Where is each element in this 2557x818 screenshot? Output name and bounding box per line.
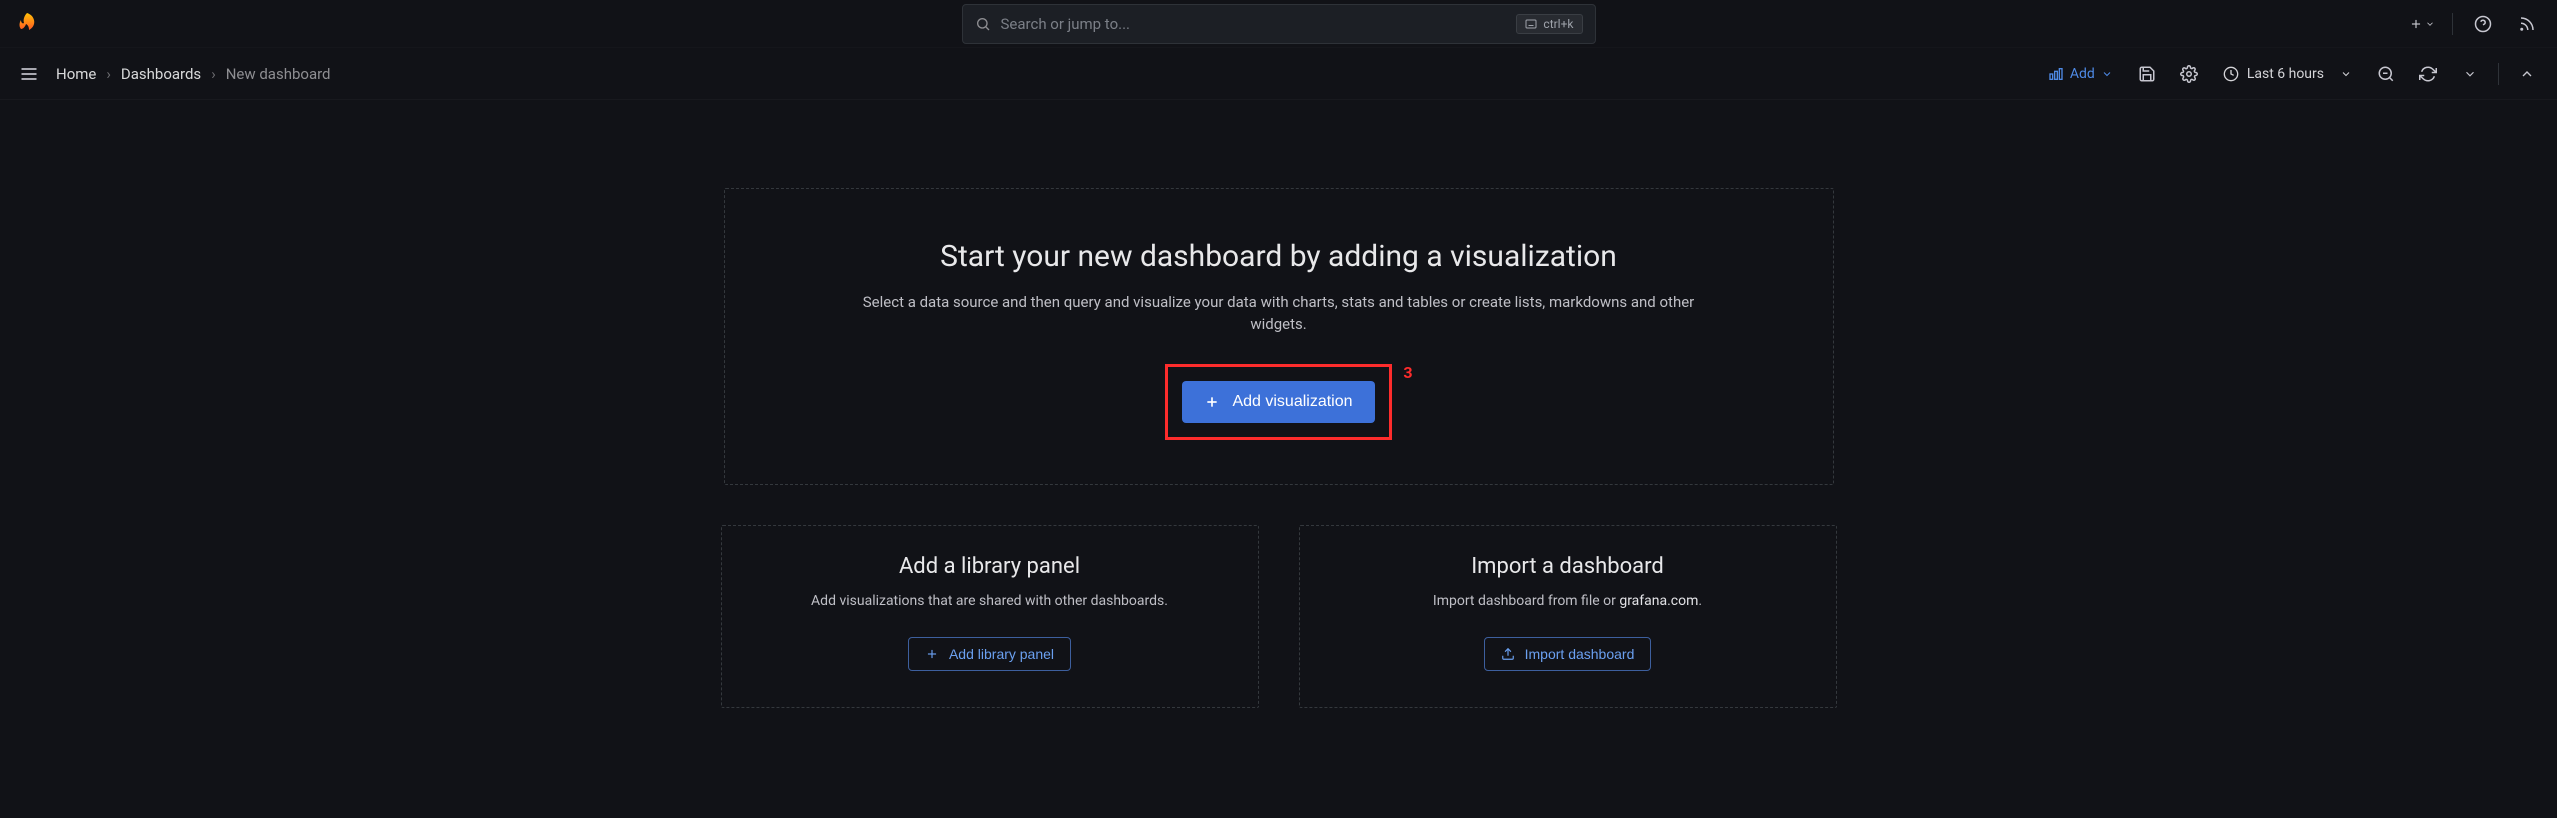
chevron-down-icon	[2340, 68, 2352, 80]
topbar: Search or jump to... ctrl+k	[0, 0, 2557, 48]
news-button[interactable]	[2509, 6, 2545, 42]
add-library-panel-button[interactable]: Add library panel	[908, 637, 1071, 671]
time-range-button[interactable]: Last 6 hours	[2213, 56, 2362, 92]
plus-icon	[925, 647, 939, 661]
library-card-title: Add a library panel	[750, 554, 1230, 579]
menu-toggle-button[interactable]	[14, 59, 44, 89]
plus-icon	[1204, 394, 1220, 410]
plus-menu-button[interactable]	[2404, 6, 2440, 42]
chevron-down-icon	[2425, 19, 2435, 29]
button-label: Add library panel	[949, 646, 1054, 662]
breadcrumb: Home › Dashboards › New dashboard	[56, 65, 331, 83]
save-icon	[2138, 65, 2156, 83]
help-button[interactable]	[2465, 6, 2501, 42]
breadcrumb-current: New dashboard	[226, 65, 331, 83]
upload-icon	[1501, 647, 1515, 661]
main-card-desc: Select a data source and then query and …	[839, 292, 1719, 336]
search-container: Search or jump to... ctrl+k	[962, 4, 1596, 44]
clock-icon	[2223, 66, 2239, 82]
settings-button[interactable]	[2171, 56, 2207, 92]
content: Start your new dashboard by adding a vis…	[0, 100, 2557, 708]
breadcrumb-sep-icon: ›	[106, 65, 111, 83]
main-card: Start your new dashboard by adding a vis…	[724, 188, 1834, 485]
import-card: Import a dashboard Import dashboard from…	[1299, 525, 1837, 708]
secondary-row: Add a library panel Add visualizations t…	[721, 525, 1837, 708]
plus-icon	[2409, 17, 2423, 31]
search-icon	[975, 16, 991, 32]
menu-icon	[19, 64, 39, 84]
keyboard-icon	[1525, 19, 1537, 29]
rss-icon	[2518, 15, 2536, 33]
zoom-out-icon	[2377, 65, 2395, 83]
refresh-icon	[2419, 65, 2437, 83]
toolbar-right: Add Last 6 hours	[2038, 56, 2545, 92]
gear-icon	[2180, 65, 2198, 83]
button-label: Import dashboard	[1525, 646, 1635, 662]
divider	[2498, 63, 2499, 85]
collapse-button[interactable]	[2509, 56, 2545, 92]
divider	[2452, 13, 2453, 35]
main-card-title: Start your new dashboard by adding a vis…	[775, 239, 1783, 274]
search-shortcut: ctrl+k	[1516, 14, 1582, 34]
refresh-interval-button[interactable]	[2452, 56, 2488, 92]
grafana-logo[interactable]	[12, 9, 42, 39]
save-button[interactable]	[2129, 56, 2165, 92]
breadcrumb-dashboards[interactable]: Dashboards	[121, 65, 201, 83]
chevron-down-icon	[2463, 67, 2477, 81]
highlight-marker: 3	[1403, 363, 1412, 382]
import-card-title: Import a dashboard	[1328, 554, 1808, 579]
import-dashboard-button[interactable]: Import dashboard	[1484, 637, 1652, 671]
add-panel-button[interactable]: Add	[2038, 60, 2123, 88]
add-label: Add	[2070, 66, 2095, 82]
chevron-up-icon	[2519, 66, 2535, 82]
search-placeholder: Search or jump to...	[1001, 15, 1507, 33]
time-range-label: Last 6 hours	[2247, 66, 2324, 82]
search-input[interactable]: Search or jump to... ctrl+k	[962, 4, 1596, 44]
highlight-annotation: 3 Add visualization	[1165, 364, 1391, 440]
add-visualization-button[interactable]: Add visualization	[1182, 381, 1374, 423]
zoom-out-button[interactable]	[2368, 56, 2404, 92]
topbar-right	[2404, 6, 2545, 42]
button-label: Add visualization	[1232, 393, 1352, 411]
library-card: Add a library panel Add visualizations t…	[721, 525, 1259, 708]
import-card-desc: Import dashboard from file or grafana.co…	[1328, 591, 1808, 611]
help-icon	[2474, 15, 2492, 33]
breadcrumb-home[interactable]: Home	[56, 65, 96, 83]
panel-add-icon	[2048, 66, 2064, 82]
chevron-down-icon	[2101, 68, 2113, 80]
refresh-button[interactable]	[2410, 56, 2446, 92]
breadcrumb-sep-icon: ›	[211, 65, 216, 83]
toolbar: Home › Dashboards › New dashboard Add La…	[0, 48, 2557, 100]
library-card-desc: Add visualizations that are shared with …	[750, 591, 1230, 611]
